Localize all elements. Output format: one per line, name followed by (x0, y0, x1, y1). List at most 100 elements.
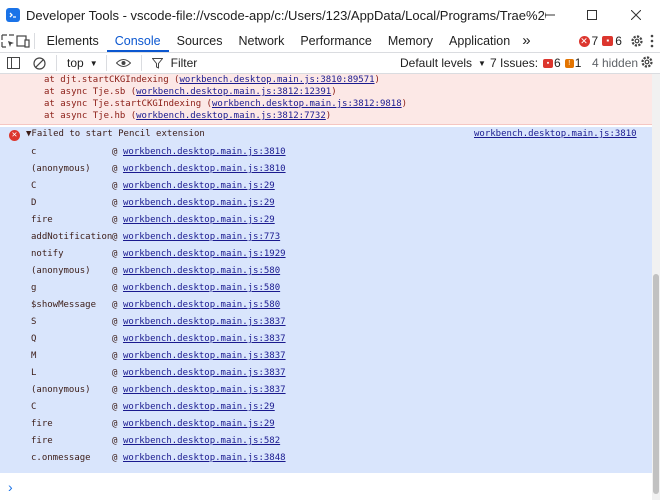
frame-function: S (31, 317, 37, 327)
stack-frame-row: addNotification @ workbench.desktop.main.j… (0, 229, 652, 246)
log-levels-label: Default levels (400, 56, 473, 70)
stack-line-suffix: ) (374, 75, 380, 85)
stack-frame-row: notify @ workbench.desktop.main.js:1929 (0, 246, 652, 263)
source-link[interactable]: workbench.desktop.main.js:3812:12391 (136, 87, 331, 97)
frame-at-symbol: @ (112, 215, 118, 225)
tab-memory[interactable]: Memory (380, 30, 441, 52)
tab-network[interactable]: Network (230, 30, 292, 52)
prompt-chevron-icon: › (8, 479, 13, 495)
devtools-app-icon (6, 8, 20, 22)
tab-performance[interactable]: Performance (292, 30, 380, 52)
frame-function: $showMessage (31, 300, 97, 310)
issues-label: 7 Issues: (490, 56, 539, 70)
tab-application[interactable]: Application (441, 30, 518, 52)
console-prompt[interactable]: › (0, 474, 652, 500)
minimize-icon[interactable] (530, 0, 570, 30)
stack-frame-row: L @ workbench.desktop.main.js:3837 (0, 365, 652, 382)
window-titlebar: Developer Tools - vscode-file://vscode-a… (0, 0, 660, 30)
eye-icon[interactable] (111, 52, 137, 74)
frame-source-link[interactable]: workbench.desktop.main.js:3810 (123, 164, 286, 174)
frame-function: fire (31, 215, 53, 225)
log-levels-dropdown[interactable]: Default levels ▼ (400, 56, 486, 70)
frame-at-symbol: @ (112, 283, 118, 293)
frame-function: c (31, 147, 37, 157)
clear-console-icon[interactable] (26, 52, 52, 74)
frame-function: (anonymous) (31, 266, 91, 276)
frame-source-link[interactable]: workbench.desktop.main.js:582 (123, 436, 280, 446)
frame-source-link[interactable]: workbench.desktop.main.js:3837 (123, 317, 286, 327)
stack-line-suffix: ) (401, 99, 408, 109)
inspect-icon[interactable] (0, 30, 15, 52)
frame-source-link[interactable]: workbench.desktop.main.js:1929 (123, 249, 286, 259)
error-counter[interactable]: ✕ 7 ▪ 6 (578, 34, 622, 48)
gear-icon[interactable] (640, 55, 654, 72)
frame-source-link[interactable]: workbench.desktop.main.js:29 (123, 215, 275, 225)
frame-function: L (31, 368, 37, 378)
sidebar-toggle-icon[interactable] (0, 52, 26, 74)
stack-frame-row: fire @ workbench.desktop.main.js:582 (0, 433, 652, 450)
frame-source-link[interactable]: workbench.desktop.main.js:29 (123, 419, 275, 429)
maximize-icon[interactable] (572, 0, 612, 30)
error-source-link[interactable]: workbench.desktop.main.js:3810 (474, 129, 637, 139)
source-link[interactable]: workbench.desktop.main.js:3810:89571 (179, 75, 374, 85)
tab-console[interactable]: Console (106, 30, 169, 52)
warning-count: 6 (615, 34, 622, 48)
context-selector[interactable]: top ▼ (67, 56, 98, 70)
stack-frame-row: C @ workbench.desktop.main.js:29 (0, 178, 652, 195)
gear-icon[interactable] (630, 30, 645, 52)
more-tabs-button[interactable]: » (518, 30, 534, 52)
frame-function: fire (31, 436, 53, 446)
stack-frame-row: D @ workbench.desktop.main.js:29 (0, 195, 652, 212)
frame-source-link[interactable]: workbench.desktop.main.js:3837 (123, 351, 286, 361)
source-link[interactable]: workbench.desktop.main.js:3812:9818 (212, 99, 402, 109)
scrollbar-thumb[interactable] (653, 274, 659, 494)
console-filter-bar: top ▼ Default levels ▼ 7 Issues: ▪ 6 ! 1… (0, 53, 660, 74)
filter-box[interactable] (151, 54, 392, 72)
tab-elements[interactable]: Elements (39, 30, 107, 52)
frame-function: C (31, 402, 37, 412)
frame-source-link[interactable]: workbench.desktop.main.js:580 (123, 283, 280, 293)
frame-at-symbol: @ (112, 334, 118, 344)
stack-frame-row: C @ workbench.desktop.main.js:29 (0, 399, 652, 416)
stack-frame-row: c @ workbench.desktop.main.js:3810 (0, 144, 652, 161)
filter-input[interactable] (168, 55, 373, 71)
frame-source-link[interactable]: workbench.desktop.main.js:3837 (123, 334, 286, 344)
error-message-block[interactable]: ✕ ▼Failed to start Pencil extension work… (0, 127, 652, 473)
stack-line: at async Tje.sb (workbench.desktop.main.… (0, 86, 652, 98)
frame-at-symbol: @ (112, 436, 118, 446)
stack-line-text: at async Tje.startCKGIndexing ( (44, 99, 212, 109)
frame-source-link[interactable]: workbench.desktop.main.js:580 (123, 266, 280, 276)
stack-frame-row: Q @ workbench.desktop.main.js:3837 (0, 331, 652, 348)
frame-source-link[interactable]: workbench.desktop.main.js:29 (123, 402, 275, 412)
frame-source-link[interactable]: workbench.desktop.main.js:580 (123, 300, 280, 310)
more-vertical-icon[interactable] (645, 30, 660, 52)
stack-frame-row: g @ workbench.desktop.main.js:580 (0, 280, 652, 297)
tab-sources[interactable]: Sources (169, 30, 231, 52)
scrollbar[interactable] (652, 74, 660, 500)
stack-line-text: at async Tje.sb ( (44, 87, 137, 97)
frame-at-symbol: @ (112, 402, 118, 412)
frame-function: notify (31, 249, 64, 259)
hidden-count: 4 hidden (592, 56, 639, 70)
error-header[interactable]: ✕ ▼Failed to start Pencil extension work… (0, 127, 652, 143)
stack-frame-row: fire @ workbench.desktop.main.js:29 (0, 212, 652, 229)
frame-source-link[interactable]: workbench.desktop.main.js:3810 (123, 147, 286, 157)
toolbar-divider (34, 33, 35, 49)
frame-source-link[interactable]: workbench.desktop.main.js:29 (123, 181, 275, 191)
frame-source-link[interactable]: workbench.desktop.main.js:29 (123, 198, 275, 208)
error-message[interactable]: ▼Failed to start Pencil extension (26, 129, 205, 139)
issues-button[interactable]: 7 Issues: ▪ 6 ! 1 (490, 56, 581, 70)
stack-frame-row: (anonymous) @ workbench.desktop.main.js:38… (0, 161, 652, 178)
frame-source-link[interactable]: workbench.desktop.main.js:773 (123, 232, 280, 242)
frame-source-link[interactable]: workbench.desktop.main.js:3837 (123, 368, 286, 378)
frame-function: addNotification (31, 232, 113, 242)
stack-frame-row: (anonymous) @ workbench.desktop.main.js:38… (0, 382, 652, 399)
frame-source-link[interactable]: workbench.desktop.main.js:3837 (123, 385, 286, 395)
frame-at-symbol: @ (112, 419, 118, 429)
stack-frame-row: c.onmessage @ workbench.desktop.main.js:38… (0, 450, 652, 467)
source-link[interactable]: workbench.desktop.main.js:3812:7732 (136, 111, 326, 121)
close-icon[interactable] (616, 0, 656, 30)
frame-function: (anonymous) (31, 164, 91, 174)
device-toolbar-icon[interactable] (15, 30, 30, 52)
frame-source-link[interactable]: workbench.desktop.main.js:3848 (123, 453, 286, 463)
